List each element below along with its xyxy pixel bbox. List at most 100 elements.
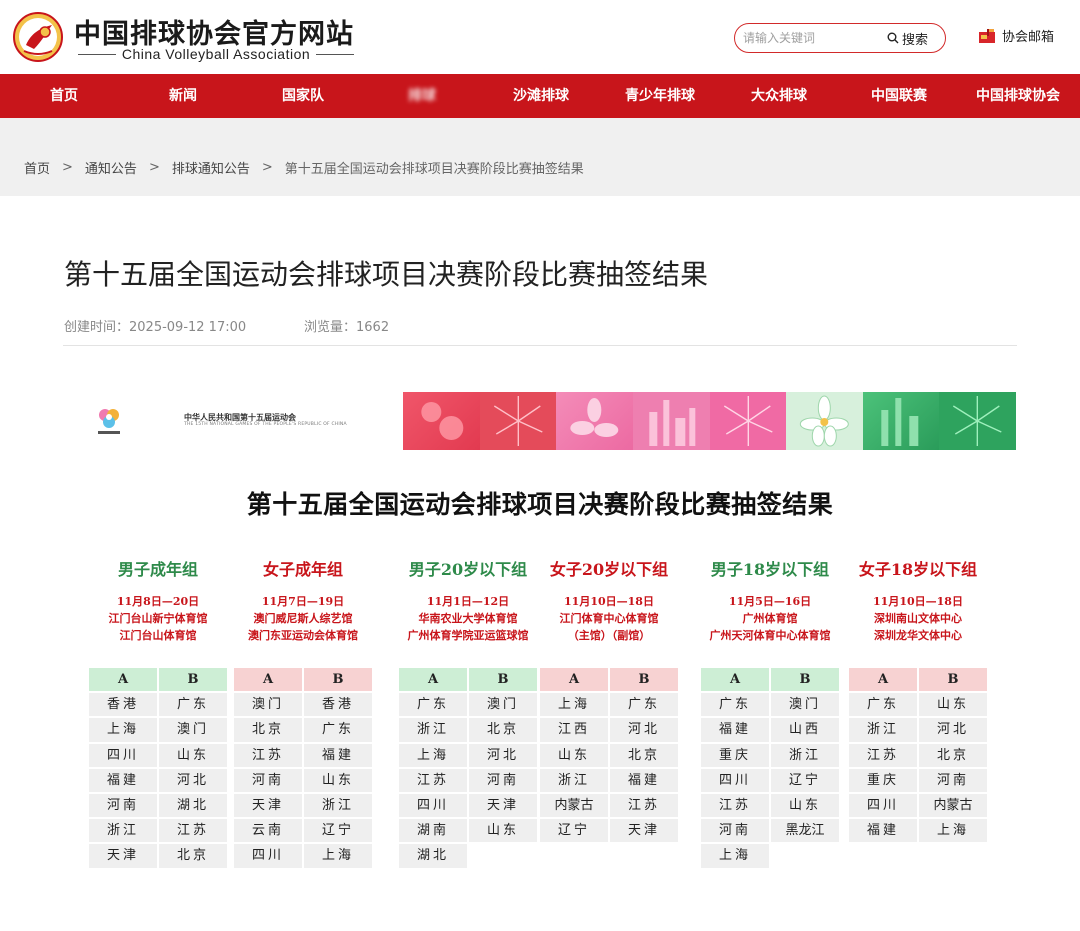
article-view-count: 浏览量：1662 [304, 320, 390, 335]
team-cell: 湖北 [159, 794, 227, 818]
team-cell: 重庆 [701, 743, 769, 767]
team-cell: 北京 [159, 844, 227, 868]
team-cell: 黑龙江 [771, 819, 839, 843]
team-cell: 浙江 [771, 743, 839, 767]
poster-title: 第十五届全国运动会排球项目决赛阶段比赛抽签结果 [246, 490, 834, 519]
team-cell: 山东 [469, 819, 537, 843]
cva-logo-icon[interactable] [12, 11, 64, 63]
team-cell: 上海 [919, 819, 987, 843]
group-name-women-senior: 女子成年组 [262, 560, 343, 579]
banner-tile [709, 392, 787, 450]
team-cell: 河南 [234, 768, 302, 792]
team-cell: 澳门 [771, 693, 839, 717]
mail-link-label: 协会邮箱 [1002, 30, 1055, 45]
group-name-men-u20: 男子20岁以下组 [408, 560, 528, 579]
group-info-line: 深圳南山文体中心 [874, 612, 962, 625]
breadcrumb: 首页 > 通知公告 > 排球通知公告 > 第十五届全国运动会排球项目决赛阶段比赛… [24, 158, 584, 177]
nav-item-volleyball[interactable]: 排球 [408, 74, 436, 118]
nav-item-china-league[interactable]: 中国联赛 [871, 74, 927, 118]
banner-tile [403, 392, 480, 450]
team-cell: 河北 [610, 718, 678, 742]
group-info-line: 澳门威尼斯人综艺馆 [253, 612, 353, 625]
team-cell: 辽宁 [304, 819, 372, 843]
group-info-line: 深圳龙华文体中心 [874, 629, 962, 642]
team-cell: 澳门 [234, 693, 302, 717]
nav-item-beach-volleyball[interactable]: 沙滩排球 [513, 74, 569, 118]
nav-item-home[interactable]: 首页 [50, 74, 78, 118]
team-cell: 澳门 [159, 718, 227, 742]
draw-result-poster: 中华人民共和国第十五届运动会 THE 15TH NATIONAL GAMES O… [64, 388, 1016, 888]
team-cell: 天津 [89, 844, 157, 868]
subtitle-rule-left [78, 53, 116, 55]
site-subtitle: China Volleyball Association [121, 46, 311, 62]
team-cell: 上海 [540, 693, 608, 717]
games-name-en: THE 15TH NATIONAL GAMES OF THE PEOPLE'S … [184, 422, 347, 427]
group-column-header-men-senior-b: B [159, 668, 227, 692]
nav-item-mass-volleyball[interactable]: 大众排球 [751, 74, 807, 118]
team-cell: 河南 [701, 819, 769, 843]
team-cell: 山东 [159, 743, 227, 767]
team-cell: 河南 [469, 768, 537, 792]
group-schedule-venue-men-u18: 11月5日—16日 广州体育馆 广州天河体育中心体育馆 [687, 593, 853, 644]
team-cell: 澳门 [469, 693, 537, 717]
group-info-line: 11月7日—19日 [261, 595, 345, 608]
team-cell: 北京 [469, 718, 537, 742]
team-cell: 江苏 [849, 743, 917, 767]
team-cell: 湖南 [399, 819, 467, 843]
breadcrumb-notices[interactable]: 通知公告 [85, 158, 137, 177]
group-column-header-men-u18-a: A [701, 668, 769, 692]
mail-link[interactable]: 协会邮箱 [978, 26, 1054, 45]
article-title: 第十五届全国运动会排球项目决赛阶段比赛抽签结果 [64, 258, 709, 291]
search-input[interactable] [743, 28, 883, 48]
team-cell: 上海 [701, 844, 769, 868]
team-cell: 江苏 [159, 819, 227, 843]
banner-tile [479, 392, 557, 450]
team-cell: 浙江 [540, 768, 608, 792]
team-cell: 福建 [849, 819, 917, 843]
group-info-line: 江门台山新宁体育馆 [108, 612, 208, 625]
team-cell: 山东 [540, 743, 608, 767]
group-info-line: 11月10日—18日 [873, 595, 963, 608]
team-cell: 湖北 [399, 844, 467, 868]
nav-item-national-team[interactable]: 国家队 [282, 74, 324, 118]
team-cell: 江苏 [610, 794, 678, 818]
nav-item-news[interactable]: 新闻 [169, 74, 197, 118]
main-nav: 首页 新闻 国家队 排球 沙滩排球 青少年排球 大众排球 中国联赛 中国排球协会 [0, 74, 1080, 118]
group-name-women-u20: 女子20岁以下组 [549, 560, 669, 579]
nav-item-youth-volleyball[interactable]: 青少年排球 [625, 74, 695, 118]
breadcrumb-current: 第十五届全国运动会排球项目决赛阶段比赛抽签结果 [284, 162, 584, 177]
team-cell: 浙江 [849, 718, 917, 742]
banner-tile [862, 392, 940, 450]
group-column-header-women-senior-a: A [234, 668, 302, 692]
team-cell: 福建 [304, 743, 372, 767]
group-column-header-women-u20-a: A [540, 668, 608, 692]
breadcrumb-home[interactable]: 首页 [24, 158, 50, 177]
group-name-men-senior: 男子成年组 [117, 560, 198, 579]
team-cell: 内蒙古 [919, 794, 987, 818]
team-cell: 河北 [159, 768, 227, 792]
nav-item-association[interactable]: 中国排球协会 [976, 74, 1060, 118]
team-cell: 四川 [234, 844, 302, 868]
group-info-line: （主馆）（副馆） [567, 629, 651, 642]
chevron-right-icon: > [261, 160, 273, 175]
team-cell: 广东 [849, 693, 917, 717]
team-cell: 河南 [919, 768, 987, 792]
search-button-label: 搜索 [902, 32, 929, 48]
team-cell: 河南 [89, 794, 157, 818]
chevron-right-icon: > [62, 160, 73, 175]
team-cell: 四川 [89, 743, 157, 767]
team-cell: 上海 [399, 743, 467, 767]
team-cell: 北京 [234, 718, 302, 742]
team-cell: 山东 [771, 794, 839, 818]
search-icon [887, 32, 899, 44]
search-button[interactable]: 搜索 [887, 28, 928, 48]
breadcrumb-volleyball-notices[interactable]: 排球通知公告 [172, 158, 250, 177]
group-info-line: 11月10日—18日 [564, 595, 654, 608]
banner-tile [556, 392, 633, 450]
breadcrumb-bar: 首页 > 通知公告 > 排球通知公告 > 第十五届全国运动会排球项目决赛阶段比赛… [0, 118, 1080, 196]
team-cell: 四川 [701, 768, 769, 792]
group-column-header-women-senior-b: B [304, 668, 372, 692]
team-cell: 江苏 [234, 743, 302, 767]
team-cell: 天津 [610, 819, 678, 843]
banner-tile [632, 392, 710, 450]
